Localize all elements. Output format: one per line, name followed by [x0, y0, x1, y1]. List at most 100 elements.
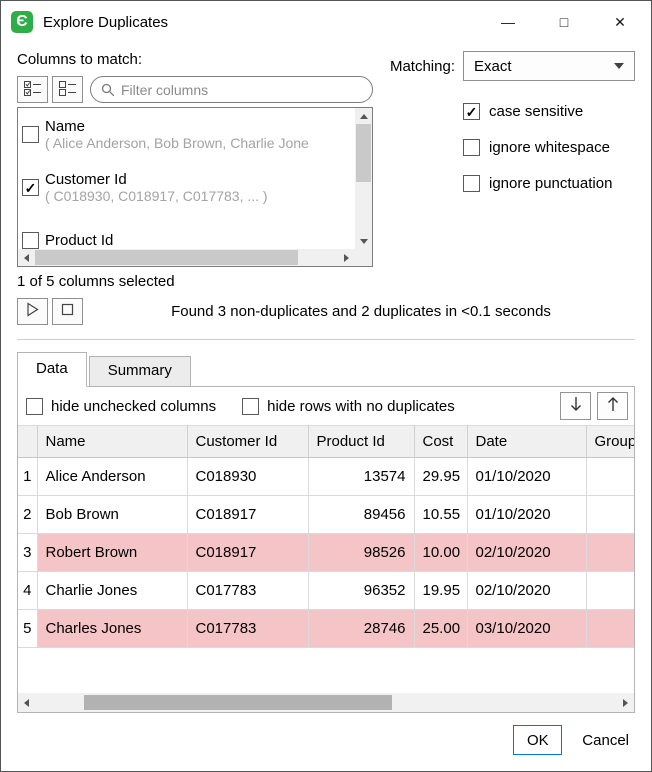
- row-number[interactable]: 2: [18, 496, 37, 534]
- cell-date[interactable]: 03/10/2020: [467, 610, 586, 648]
- table-row[interactable]: 2 Bob Brown C018917 89456 10.55 01/10/20…: [18, 496, 634, 534]
- column-customer-id-sample: ( C018930, C018917, C017783, ... ): [45, 188, 268, 204]
- cell-product-id[interactable]: 96352: [308, 572, 414, 610]
- cell-date[interactable]: 02/10/2020: [467, 534, 586, 572]
- cell-group[interactable]: [586, 572, 634, 610]
- cell-product-id[interactable]: 89456: [308, 496, 414, 534]
- scroll-left-icon[interactable]: [18, 695, 35, 711]
- scroll-right-icon[interactable]: [338, 250, 355, 266]
- table-row[interactable]: 4 Charlie Jones C017783 96352 19.95 02/1…: [18, 572, 634, 610]
- table-row[interactable]: 3 Robert Brown C018917 98526 10.00 02/10…: [18, 534, 634, 572]
- scroll-left-icon[interactable]: [18, 250, 35, 266]
- cell-product-id[interactable]: 13574: [308, 458, 414, 496]
- check-all-columns-button[interactable]: [17, 76, 48, 103]
- previous-duplicate-button[interactable]: [597, 392, 628, 420]
- up-arrow-icon: [606, 396, 620, 416]
- columns-list-vertical-scrollbar[interactable]: [355, 108, 372, 249]
- col-header-name[interactable]: Name: [37, 426, 187, 458]
- tab-summary[interactable]: Summary: [89, 356, 191, 387]
- column-name-label: Name: [45, 118, 309, 135]
- column-name-checkbox[interactable]: [22, 126, 39, 143]
- cell-cost[interactable]: 29.95: [414, 458, 467, 496]
- ignore-punctuation-option[interactable]: ignore punctuation: [463, 175, 635, 192]
- columns-to-match-label: Columns to match:: [17, 51, 373, 68]
- row-number[interactable]: 5: [18, 610, 37, 648]
- cell-date[interactable]: 02/10/2020: [467, 572, 586, 610]
- cell-name[interactable]: Charlie Jones: [37, 572, 187, 610]
- ignore-whitespace-option[interactable]: ignore whitespace: [463, 139, 635, 156]
- cell-group[interactable]: [586, 534, 634, 572]
- columns-list-horizontal-scrollbar[interactable]: [18, 249, 355, 266]
- hide-unchecked-columns-checkbox[interactable]: [26, 398, 43, 415]
- cell-customer-id[interactable]: C017783: [187, 572, 308, 610]
- cell-name[interactable]: Alice Anderson: [37, 458, 187, 496]
- list-icon: [59, 80, 77, 100]
- cell-product-id[interactable]: 98526: [308, 534, 414, 572]
- close-button[interactable]: ✕: [605, 7, 635, 37]
- cell-cost[interactable]: 19.95: [414, 572, 467, 610]
- results-status: Found 3 non-duplicates and 2 duplicates …: [87, 303, 635, 320]
- cell-date[interactable]: 01/10/2020: [467, 458, 586, 496]
- cell-customer-id[interactable]: C018917: [187, 534, 308, 572]
- uncheck-all-columns-button[interactable]: [52, 76, 83, 103]
- run-button[interactable]: [17, 298, 48, 325]
- col-header-group[interactable]: Group: [586, 426, 634, 458]
- scroll-up-icon[interactable]: [355, 108, 372, 124]
- horizontal-scroll-thumb[interactable]: [84, 695, 392, 710]
- cell-cost[interactable]: 25.00: [414, 610, 467, 648]
- col-header-product-id[interactable]: Product Id: [308, 426, 414, 458]
- matching-dropdown[interactable]: Exact: [463, 51, 635, 81]
- cell-date[interactable]: 01/10/2020: [467, 496, 586, 534]
- scroll-right-icon[interactable]: [617, 695, 634, 711]
- cell-customer-id[interactable]: C018930: [187, 458, 308, 496]
- row-number[interactable]: 4: [18, 572, 37, 610]
- cell-customer-id[interactable]: C018917: [187, 496, 308, 534]
- table-row[interactable]: 5 Charles Jones C017783 28746 25.00 03/1…: [18, 610, 634, 648]
- cell-group[interactable]: [586, 458, 634, 496]
- cell-name[interactable]: Charles Jones: [37, 610, 187, 648]
- matching-value: Exact: [474, 58, 614, 75]
- col-header-date[interactable]: Date: [467, 426, 586, 458]
- ok-button[interactable]: OK: [513, 725, 562, 755]
- col-header-cost[interactable]: Cost: [414, 426, 467, 458]
- hide-no-duplicate-rows-checkbox[interactable]: [242, 398, 259, 415]
- filter-columns-input[interactable]: [121, 82, 362, 98]
- horizontal-scroll-thumb[interactable]: [35, 250, 298, 265]
- column-item-customer-id[interactable]: ✓ Customer Id ( C018930, C018917, C01778…: [18, 161, 355, 214]
- cell-group[interactable]: [586, 610, 634, 648]
- row-number-header: [18, 426, 37, 458]
- table-row[interactable]: 1 Alice Anderson C018930 13574 29.95 01/…: [18, 458, 634, 496]
- table-header-row: Name Customer Id Product Id Cost Date Gr…: [18, 426, 634, 458]
- next-duplicate-button[interactable]: [560, 392, 591, 420]
- hide-no-duplicate-rows-option[interactable]: hide rows with no duplicates: [242, 398, 455, 415]
- ignore-whitespace-checkbox[interactable]: [463, 139, 480, 156]
- cell-group[interactable]: [586, 496, 634, 534]
- column-customer-id-checkbox[interactable]: ✓: [22, 179, 39, 196]
- minimize-button[interactable]: —: [493, 7, 523, 37]
- row-number[interactable]: 1: [18, 458, 37, 496]
- ignore-punctuation-checkbox[interactable]: [463, 175, 480, 192]
- column-item-name[interactable]: Name ( Alice Anderson, Bob Brown, Charli…: [18, 108, 355, 161]
- vertical-scroll-thumb[interactable]: [356, 124, 371, 182]
- cell-name[interactable]: Bob Brown: [37, 496, 187, 534]
- table-horizontal-scrollbar[interactable]: [18, 693, 634, 712]
- column-product-id-checkbox[interactable]: [22, 232, 39, 249]
- tab-data[interactable]: Data: [17, 352, 87, 387]
- case-sensitive-checkbox[interactable]: ✓: [463, 103, 480, 120]
- scroll-down-icon[interactable]: [355, 233, 372, 249]
- cell-cost[interactable]: 10.55: [414, 496, 467, 534]
- maximize-button[interactable]: □: [549, 7, 579, 37]
- hide-unchecked-columns-option[interactable]: hide unchecked columns: [26, 398, 216, 415]
- cell-name[interactable]: Robert Brown: [37, 534, 187, 572]
- cell-cost[interactable]: 10.00: [414, 534, 467, 572]
- cancel-button[interactable]: Cancel: [576, 725, 635, 755]
- cell-product-id[interactable]: 28746: [308, 610, 414, 648]
- column-item-product-id[interactable]: Product Id: [18, 214, 355, 249]
- filter-columns-field[interactable]: [90, 76, 373, 103]
- cell-customer-id[interactable]: C017783: [187, 610, 308, 648]
- column-product-id-label: Product Id: [45, 232, 113, 249]
- row-number[interactable]: 3: [18, 534, 37, 572]
- stop-button[interactable]: [52, 298, 83, 325]
- case-sensitive-option[interactable]: ✓ case sensitive: [463, 103, 635, 120]
- col-header-customer-id[interactable]: Customer Id: [187, 426, 308, 458]
